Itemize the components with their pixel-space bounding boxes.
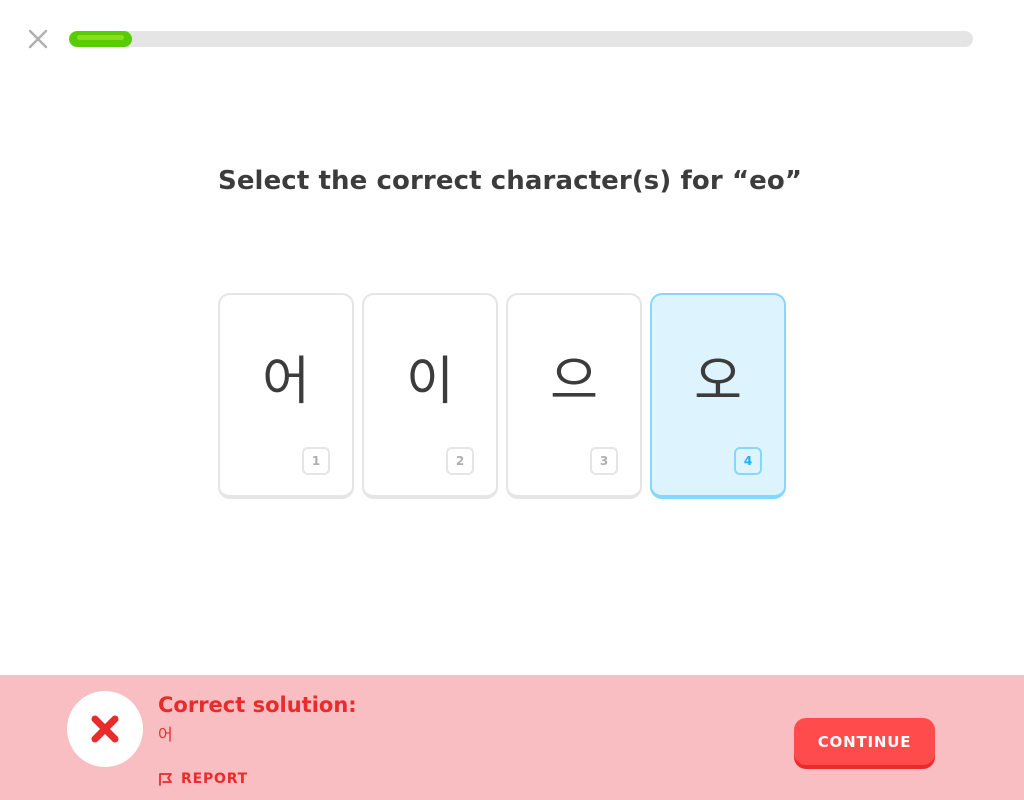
report-button[interactable]: REPORT	[158, 771, 248, 787]
feedback-status-badge	[67, 691, 143, 767]
report-label: REPORT	[181, 771, 249, 787]
choice-number-badge: 3	[590, 447, 618, 475]
choice-number-badge: 1	[302, 447, 330, 475]
choice-character: 오	[694, 352, 742, 412]
choice-character: 으	[550, 352, 598, 412]
choice-character: 어	[262, 352, 310, 412]
close-button[interactable]	[26, 27, 50, 51]
choice-card-2[interactable]: 이 2	[362, 293, 498, 499]
choice-number-badge: 2	[446, 447, 474, 475]
choice-card-1[interactable]: 어 1	[218, 293, 354, 499]
feedback-footer: Correct solution: 어 REPORT CONTINUE	[0, 675, 1024, 800]
choice-number-badge: 4	[734, 447, 762, 475]
flag-icon	[159, 773, 172, 786]
choice-card-4[interactable]: 오 4	[650, 293, 786, 499]
choice-list: 어 1 이 2 으 3 오 4	[218, 293, 786, 499]
x-icon	[91, 715, 119, 743]
progress-shine	[77, 35, 124, 40]
close-icon	[28, 29, 48, 49]
choice-character: 이	[406, 352, 454, 412]
progress-bar	[69, 31, 973, 47]
question-prompt: Select the correct character(s) for “eo”	[218, 166, 803, 196]
continue-button[interactable]: CONTINUE	[794, 718, 935, 765]
solution-value: 어	[158, 725, 173, 744]
solution-title: Correct solution:	[158, 693, 357, 717]
choice-card-3[interactable]: 으 3	[506, 293, 642, 499]
